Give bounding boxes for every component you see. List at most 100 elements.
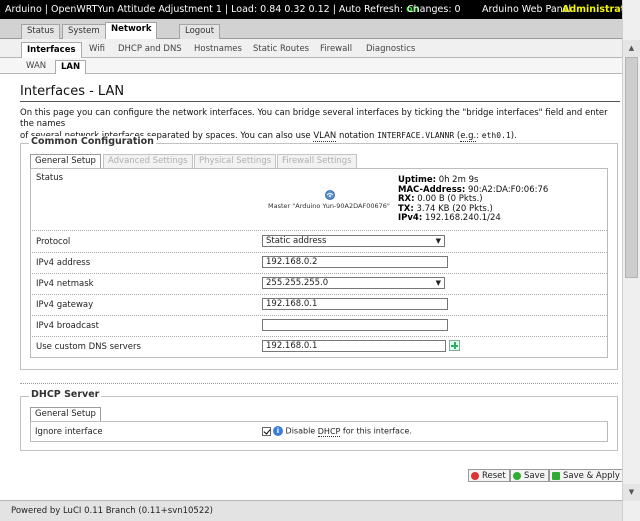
save-button[interactable]: Save (510, 469, 549, 482)
rx-value: 0.00 B (0 Pkts.) (417, 194, 483, 204)
ipv4-broadcast-row: IPv4 broadcast (32, 316, 607, 337)
protocol-label: Protocol (36, 237, 71, 247)
ipv4-gateway-label: IPv4 gateway (36, 300, 94, 310)
tab-firewall-settings[interactable]: Firewall Settings (277, 154, 357, 168)
reset-label: Reset (482, 471, 506, 481)
sub-tabs: Interfaces Wifi DHCP and DNS Hostnames S… (0, 39, 640, 58)
main-tabs: Status System Network Logout (0, 19, 640, 40)
ipv4-label: IPv4: (398, 213, 423, 223)
rx-label: RX: (398, 194, 415, 204)
ipv4-netmask-label: IPv4 netmask (36, 279, 94, 289)
changes-counter[interactable]: Changes: 0 (407, 4, 461, 15)
description-text: ). (510, 131, 517, 141)
wifi-icon (325, 190, 335, 200)
scroll-thumb[interactable] (625, 57, 638, 278)
tab-hostnames[interactable]: Hostnames (189, 42, 247, 58)
tab-interfaces[interactable]: Interfaces (21, 42, 82, 58)
uptime-value: 0h 2m 9s (438, 175, 479, 185)
ipv4-address-row: IPv4 address 192.168.0.2 (32, 253, 607, 274)
device-name: Master "Arduino Yun-90A2DAF00676" (268, 202, 390, 210)
interface-status-info: Uptime: 0h 2m 9s MAC-Address: 90:A2:DA:F… (398, 175, 549, 224)
ignore-interface-checkbox[interactable] (262, 426, 271, 436)
dns-servers-row: Use custom DNS servers 192.168.0.1 (32, 337, 607, 358)
tab-status[interactable]: Status (21, 24, 61, 39)
mac-label: MAC-Address: (398, 184, 466, 195)
netmask-value: 255.255.255.0 (266, 278, 329, 288)
vlan-abbreviation: VLAN (313, 131, 337, 142)
tab-dhcp-dns[interactable]: DHCP and DNS (113, 42, 187, 58)
ipv4-gateway-input[interactable]: 192.168.0.1 (262, 298, 448, 310)
tab-static-routes[interactable]: Static Routes (248, 42, 314, 58)
reset-icon (471, 472, 479, 480)
ignore-interface-control: i Disable DHCP for this interface. (262, 426, 412, 437)
ipv4-gateway-row: IPv4 gateway 192.168.0.1 (32, 295, 607, 316)
tab-dhcp-general-setup[interactable]: General Setup (30, 407, 101, 421)
panel-name: Arduino Web Panel (482, 4, 572, 15)
tab-advanced-settings[interactable]: Advanced Settings (103, 154, 193, 168)
scroll-down-icon[interactable]: ▼ (623, 484, 640, 501)
tab-diagnostics[interactable]: Diagnostics (361, 42, 420, 58)
tab-general-setup[interactable]: General Setup (30, 154, 101, 168)
status-row: Status Master "Arduino Yun-90A2DAF00676"… (32, 169, 607, 231)
tab-firewall[interactable]: Firewall (315, 42, 357, 58)
tx-value: 3.74 KB (20 Pkts.) (416, 203, 493, 214)
top-header: Arduino | OpenWRTYun Attitude Adjustment… (0, 0, 640, 19)
apply-icon (552, 472, 560, 480)
vlan-notation: INTERFACE.VLANNR (377, 131, 455, 140)
powered-by-text[interactable]: Powered by LuCI 0.11 Branch (0.11+svn105… (11, 506, 213, 516)
description-text: notation (336, 131, 378, 141)
save-apply-label: Save & Apply (563, 471, 620, 481)
add-dns-entry-icon[interactable] (449, 340, 460, 351)
header-status-line: Arduino | OpenWRTYun Attitude Adjustment… (5, 4, 419, 15)
mac-value: 90:A2:DA:F0:06:76 (467, 184, 549, 195)
tab-logout[interactable]: Logout (179, 24, 221, 39)
ipv4-netmask-row: IPv4 netmask 255.255.255.0 ▼ (32, 274, 607, 295)
save-apply-button[interactable]: Save & Apply (549, 469, 624, 482)
disable-text: for this interface. (340, 426, 412, 436)
interface-tabs: WAN LAN (0, 58, 640, 74)
ipv4-broadcast-input[interactable] (262, 319, 448, 331)
ipv4-value: 192.168.240.1/24 (424, 213, 501, 223)
help-icon: i (273, 426, 283, 436)
chevron-down-icon: ▼ (435, 279, 441, 287)
protocol-value: Static address (266, 236, 327, 246)
dhcp-general-panel: Ignore interface i Disable DHCP for this… (30, 421, 608, 442)
status-label: Status (36, 173, 64, 183)
save-label: Save (524, 471, 545, 481)
ipv4-address-label: IPv4 address (36, 258, 91, 268)
tab-network[interactable]: Network (105, 22, 158, 40)
vertical-scrollbar[interactable]: ▲ ▼ (622, 0, 640, 521)
general-setup-panel: Status Master "Arduino Yun-90A2DAF00676"… (30, 168, 608, 358)
tab-system[interactable]: System (62, 24, 106, 39)
title-divider (20, 101, 620, 102)
tab-lan[interactable]: LAN (55, 60, 87, 74)
ipv4-address-input[interactable]: 192.168.0.2 (262, 256, 448, 268)
uptime-label: Uptime: (398, 175, 436, 185)
ipv4-netmask-select[interactable]: 255.255.255.0 ▼ (262, 277, 445, 289)
dhcp-abbreviation: DHCP (317, 426, 341, 437)
header-left-text: Arduino | OpenWRTYun Attitude Adjustment… (5, 4, 407, 15)
chevron-down-icon: ▼ (435, 237, 441, 245)
tab-wifi[interactable]: Wifi (84, 42, 110, 58)
tab-physical-settings[interactable]: Physical Settings (194, 154, 277, 168)
protocol-select[interactable]: Static address ▼ (262, 235, 445, 247)
tab-wan[interactable]: WAN (21, 60, 51, 74)
common-configuration-legend: Common Configuration (29, 136, 156, 147)
ipv4-broadcast-label: IPv4 broadcast (36, 321, 99, 331)
footer: Powered by LuCI 0.11 Branch (0.11+svn105… (0, 500, 640, 521)
dhcp-server-legend: DHCP Server (29, 389, 102, 400)
section-divider (20, 383, 618, 384)
scroll-up-icon[interactable]: ▲ (623, 40, 640, 57)
eg-abbreviation: e.g. (460, 131, 477, 142)
dns-server-input[interactable]: 192.168.0.1 (262, 340, 446, 352)
protocol-row: Protocol Static address ▼ (32, 232, 607, 253)
ignore-interface-label: Ignore interface (35, 427, 103, 437)
disable-text: Disable (285, 426, 318, 436)
save-icon (513, 472, 521, 480)
tx-label: TX: (398, 203, 414, 214)
reset-button[interactable]: Reset (468, 469, 510, 482)
description-line-1: On this page you can configure the netwo… (20, 108, 608, 129)
example-interface: eth0.1 (481, 131, 511, 140)
page-title: Interfaces - LAN (20, 84, 125, 99)
dns-servers-label: Use custom DNS servers (36, 342, 141, 352)
